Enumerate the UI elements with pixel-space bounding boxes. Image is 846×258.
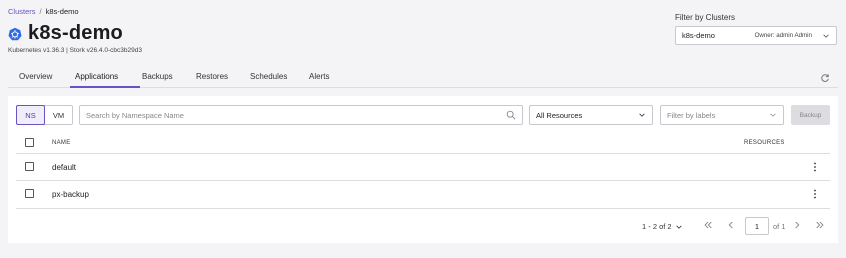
tab-bar: Overview Applications Backups Restores S… <box>8 67 838 88</box>
more-vertical-icon[interactable] <box>813 189 817 199</box>
column-header-resources: RESOURCES <box>744 140 785 146</box>
version-info: Kubernetes v1.36.3 | Stork v26.4.0-cbc3b… <box>8 47 142 54</box>
cluster-owner: Owner: admin Admin <box>754 32 812 39</box>
cluster-filter-value: k8s-demo <box>682 31 715 40</box>
search-icon <box>506 110 516 120</box>
tab-restores[interactable]: Restores <box>196 72 228 81</box>
labels-filter-select[interactable]: Filter by labels <box>660 105 784 125</box>
refresh-icon[interactable] <box>820 73 830 83</box>
applications-panel: NS VM Search by Namespace Name All Resou… <box>8 96 838 243</box>
search-placeholder: Search by Namespace Name <box>86 110 184 120</box>
row-divider <box>16 180 830 181</box>
resources-select-value: All Resources <box>536 110 583 120</box>
next-page-icon[interactable] <box>792 220 802 230</box>
page-title: k8s-demo <box>28 22 123 44</box>
chevron-down-icon <box>770 113 776 117</box>
cluster-filter-select[interactable]: k8s-demo Owner: admin Admin <box>675 26 837 45</box>
kubernetes-icon <box>8 27 22 40</box>
row-checkbox[interactable] <box>25 162 34 171</box>
header-divider <box>16 153 830 154</box>
breadcrumb-clusters-link[interactable]: Clusters <box>8 7 36 16</box>
title-row: k8s-demo <box>8 22 123 45</box>
last-page-icon[interactable] <box>815 220 825 230</box>
page-number-input[interactable]: 1 <box>745 217 769 235</box>
chevron-down-icon <box>675 225 682 229</box>
chevron-down-icon <box>823 34 829 38</box>
namespace-search-input[interactable]: Search by Namespace Name <box>79 105 523 125</box>
active-tab-indicator <box>70 86 140 88</box>
table-row-name[interactable]: default <box>52 163 76 172</box>
breadcrumb-separator: / <box>39 7 42 16</box>
row-divider <box>16 208 830 209</box>
ns-toggle-button[interactable]: NS <box>16 105 45 125</box>
labels-filter-placeholder: Filter by labels <box>667 110 716 120</box>
more-vertical-icon[interactable] <box>813 162 817 172</box>
tab-schedules[interactable]: Schedules <box>250 72 287 81</box>
tab-backups[interactable]: Backups <box>142 72 173 81</box>
pagination-range: 1 - 2 of 2 <box>642 222 672 231</box>
cluster-filter-label: Filter by Clusters <box>675 13 736 22</box>
vm-toggle-button[interactable]: VM <box>45 106 72 124</box>
breadcrumb-current: k8s-demo <box>45 7 79 16</box>
ns-vm-toggle: NS VM <box>16 105 73 125</box>
tab-alerts[interactable]: Alerts <box>309 72 329 81</box>
first-page-icon[interactable] <box>703 220 713 230</box>
select-all-checkbox[interactable] <box>25 138 34 147</box>
pagination-range-select[interactable]: 1 - 2 of 2 <box>642 222 683 231</box>
page-total: of 1 <box>773 222 786 231</box>
tab-applications[interactable]: Applications <box>75 72 118 81</box>
tab-overview[interactable]: Overview <box>19 72 52 81</box>
resources-select[interactable]: All Resources <box>529 105 653 125</box>
previous-page-icon[interactable] <box>726 220 736 230</box>
table-row-name[interactable]: px-backup <box>52 190 89 199</box>
backup-button[interactable]: Backup <box>791 105 830 125</box>
chevron-down-icon <box>639 113 645 117</box>
row-checkbox[interactable] <box>25 189 34 198</box>
breadcrumb: Clusters / k8s-demo <box>8 7 79 16</box>
column-header-name: NAME <box>52 140 71 146</box>
